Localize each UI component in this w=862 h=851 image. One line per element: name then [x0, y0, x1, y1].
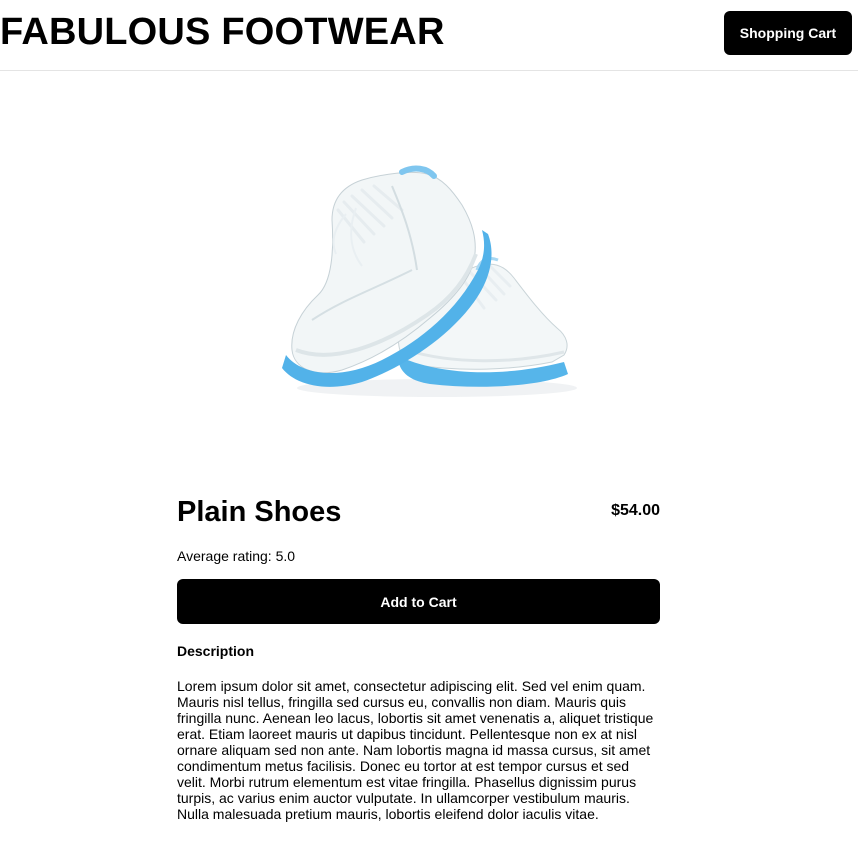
shopping-cart-button[interactable]: Shopping Cart: [724, 11, 852, 55]
title-row: Plain Shoes $54.00: [177, 490, 660, 536]
description-heading: Description: [177, 643, 255, 659]
site-header: FABULOUS FOOTWEAR Shopping Cart: [0, 0, 858, 71]
product-description: Lorem ipsum dolor sit amet, consectetur …: [177, 678, 654, 822]
product-details: Plain Shoes $54.00 Average rating: 5.0 A…: [177, 490, 660, 822]
sneakers-image: [282, 165, 577, 397]
store-logo[interactable]: FABULOUS FOOTWEAR: [0, 9, 445, 55]
product-price: $54.00: [611, 502, 660, 519]
average-rating: Average rating: 5.0: [177, 548, 296, 564]
product-name: Plain Shoes: [177, 496, 342, 528]
product-image: [252, 150, 592, 410]
add-to-cart-button[interactable]: Add to Cart: [177, 579, 660, 624]
